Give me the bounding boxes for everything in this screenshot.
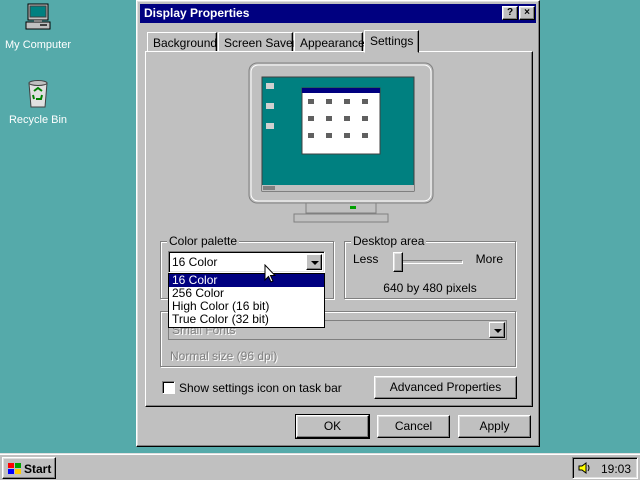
tab-background[interactable]: Background xyxy=(147,32,217,52)
cancel-button[interactable]: Cancel xyxy=(377,415,450,438)
color-palette-value: 16 Color xyxy=(172,255,218,269)
more-label: More xyxy=(475,252,503,266)
help-button[interactable]: ? xyxy=(502,6,518,20)
clock[interactable]: 19:03 xyxy=(601,462,631,476)
windows-logo-icon xyxy=(8,463,21,474)
chevron-down-icon[interactable] xyxy=(306,254,322,270)
resolution-text: 640 by 480 pixels xyxy=(383,281,477,295)
start-label: Start xyxy=(24,462,52,476)
color-palette-label: Color palette xyxy=(167,234,240,248)
display-properties-window: Display Properties ? × Background Screen… xyxy=(136,0,540,447)
font-size-note: Normal size (96 dpi) xyxy=(170,349,278,363)
show-icon-checkbox[interactable] xyxy=(162,381,175,394)
desktop-icon-label: Recycle Bin xyxy=(8,114,68,126)
tab-screen-saver[interactable]: Screen Saver xyxy=(218,32,297,52)
desktop-icon-recycle-bin[interactable]: Recycle Bin xyxy=(0,77,76,126)
less-label: Less xyxy=(353,252,379,266)
title-bar[interactable]: Display Properties ? × xyxy=(140,4,536,23)
resolution-slider[interactable] xyxy=(393,252,463,272)
window-title: Display Properties xyxy=(144,6,250,20)
desktop-icon-label: My Computer xyxy=(4,39,72,51)
desktop-area-label: Desktop area xyxy=(351,234,427,248)
mouse-cursor-icon xyxy=(264,264,276,283)
tab-appearance[interactable]: Appearance xyxy=(294,32,365,52)
color-option[interactable]: True Color (32 bit) xyxy=(169,313,324,326)
taskbar: Start 19:03 xyxy=(0,453,640,480)
settings-panel: Color palette 16 Color Desktop area Less… xyxy=(145,51,533,407)
recycle-bin-icon xyxy=(28,80,48,108)
start-button[interactable]: Start xyxy=(2,457,56,479)
slider-thumb[interactable] xyxy=(393,252,403,272)
ok-button[interactable]: OK xyxy=(295,414,370,439)
desktop-area-group: Desktop area Less More 640 by 480 pixels xyxy=(344,234,516,299)
chevron-down-icon xyxy=(489,322,505,338)
volume-icon[interactable] xyxy=(577,461,591,475)
monitor-preview-icon xyxy=(248,62,434,223)
my-computer-icon xyxy=(25,3,51,30)
desktop-icon-my-computer[interactable]: My Computer xyxy=(0,2,76,51)
show-icon-label[interactable]: Show settings icon on task bar xyxy=(179,381,342,395)
color-palette-list: 16 Color 256 Color High Color (16 bit) T… xyxy=(168,273,325,328)
apply-button[interactable]: Apply xyxy=(458,415,531,438)
system-tray: 19:03 xyxy=(572,457,638,479)
tab-settings[interactable]: Settings xyxy=(364,30,419,53)
color-palette-dropdown[interactable]: 16 Color xyxy=(168,251,325,273)
close-button[interactable]: × xyxy=(519,6,535,20)
advanced-properties-button[interactable]: Advanced Properties xyxy=(374,376,517,399)
